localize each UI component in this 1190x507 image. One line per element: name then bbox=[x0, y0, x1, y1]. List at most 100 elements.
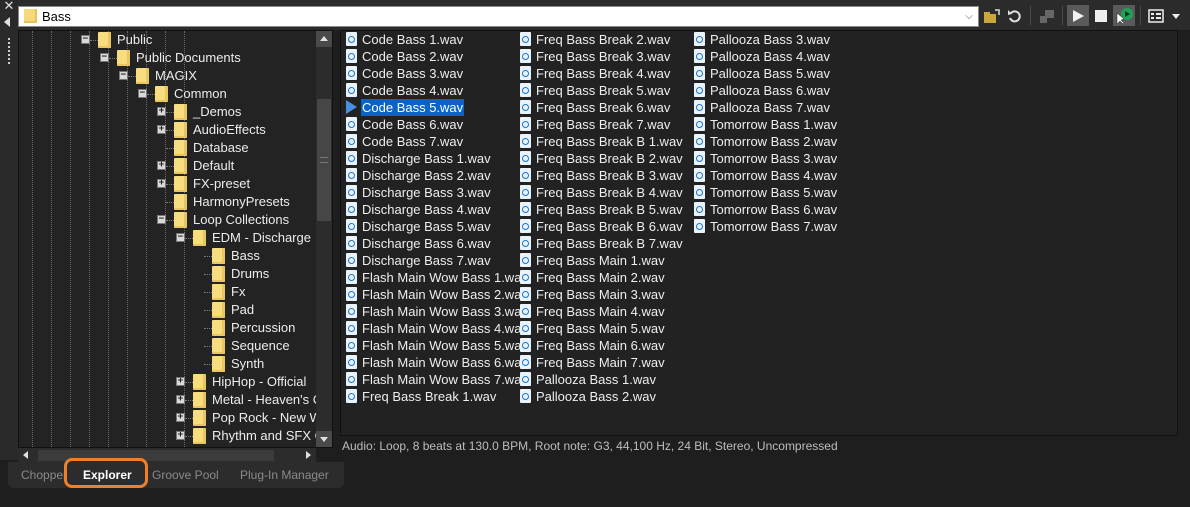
file-item[interactable]: Code Bass 7.wav bbox=[343, 133, 513, 150]
file-item[interactable]: Freq Bass Break 6.wav bbox=[517, 99, 687, 116]
file-item[interactable]: Pallooza Bass 3.wav bbox=[691, 31, 861, 48]
file-item[interactable]: Freq Bass Break 5.wav bbox=[517, 82, 687, 99]
collapse-icon[interactable]: − bbox=[176, 233, 185, 242]
collapse-icon[interactable]: − bbox=[157, 215, 166, 224]
folder-up-button[interactable] bbox=[982, 5, 1002, 26]
file-item[interactable]: Freq Bass Main 2.wav bbox=[517, 269, 687, 286]
path-combobox[interactable]: Bass ⌵ bbox=[18, 6, 979, 27]
tree-item[interactable]: + Rhythm and SFX Co bbox=[19, 427, 331, 445]
drag-grip-icon[interactable] bbox=[8, 38, 12, 64]
tree-item[interactable]: − EDM - Discharge bbox=[19, 229, 314, 247]
file-item[interactable]: Flash Main Wow Bass 7.wav bbox=[343, 371, 528, 388]
tree-item[interactable]: + FX-preset bbox=[19, 175, 314, 193]
tree-item[interactable]: + Metal - Heaven's C bbox=[19, 391, 322, 409]
chevron-down-icon[interactable]: ⌵ bbox=[960, 7, 978, 26]
expand-icon[interactable]: + bbox=[176, 395, 185, 404]
file-item[interactable]: Discharge Bass 3.wav bbox=[343, 184, 513, 201]
expand-icon[interactable]: + bbox=[157, 161, 166, 170]
tree-item[interactable]: Fx bbox=[19, 283, 314, 301]
file-item[interactable]: Tomorrow Bass 1.wav bbox=[691, 116, 861, 133]
tree-item[interactable]: − Public Documents bbox=[19, 49, 314, 67]
tree-item[interactable]: + Pop Rock - New W bbox=[19, 409, 322, 427]
file-item[interactable]: Freq Bass Break B 5.wav bbox=[517, 201, 687, 218]
file-item[interactable]: Freq Bass Break 4.wav bbox=[517, 65, 687, 82]
file-item[interactable]: Freq Bass Break B 4.wav bbox=[517, 184, 687, 201]
tree-item[interactable]: − Common bbox=[19, 85, 314, 103]
tree-item[interactable]: Bass bbox=[19, 247, 314, 265]
file-item[interactable]: Freq Bass Break B 1.wav bbox=[517, 133, 687, 150]
expand-icon[interactable]: + bbox=[176, 413, 185, 422]
tree-item[interactable]: + _Demos bbox=[19, 103, 314, 121]
chevron-left-icon[interactable] bbox=[4, 17, 10, 27]
file-item[interactable]: Discharge Bass 6.wav bbox=[343, 235, 513, 252]
file-item[interactable]: Freq Bass Break B 7.wav bbox=[517, 235, 687, 252]
file-item[interactable]: Code Bass 3.wav bbox=[343, 65, 513, 82]
tab-plug-in-manager[interactable]: Plug-In Manager bbox=[240, 464, 329, 486]
file-item[interactable]: Tomorrow Bass 5.wav bbox=[691, 184, 861, 201]
tree-item[interactable]: Percussion bbox=[19, 319, 314, 337]
scrollbar-thumb[interactable] bbox=[317, 99, 331, 221]
file-item[interactable]: Freq Bass Break B 3.wav bbox=[517, 167, 687, 184]
tree-item[interactable]: + HipHop - Official bbox=[19, 373, 314, 391]
file-item[interactable]: Tomorrow Bass 2.wav bbox=[691, 133, 861, 150]
tree-vertical-scrollbar[interactable] bbox=[316, 31, 332, 447]
file-item[interactable]: Code Bass 1.wav bbox=[343, 31, 513, 48]
file-item[interactable]: Freq Bass Break 2.wav bbox=[517, 31, 687, 48]
file-item[interactable]: Discharge Bass 7.wav bbox=[343, 252, 513, 269]
arrow-right-icon[interactable] bbox=[306, 451, 311, 459]
file-item[interactable]: Pallooza Bass 7.wav bbox=[691, 99, 861, 116]
file-item[interactable]: Tomorrow Bass 6.wav bbox=[691, 201, 861, 218]
file-item[interactable]: Pallooza Bass 4.wav bbox=[691, 48, 861, 65]
file-item[interactable]: Freq Bass Main 4.wav bbox=[517, 303, 687, 320]
file-item[interactable]: Tomorrow Bass 3.wav bbox=[691, 150, 861, 167]
tree-item[interactable]: − Loop Collections bbox=[19, 211, 314, 229]
file-item[interactable]: Discharge Bass 2.wav bbox=[343, 167, 513, 184]
tab-chopper[interactable]: Chopper bbox=[21, 464, 67, 486]
file-item[interactable]: Flash Main Wow Bass 4.wav bbox=[343, 320, 528, 337]
file-item[interactable]: Freq Bass Break B 6.wav bbox=[517, 218, 687, 235]
file-item[interactable]: Freq Bass Main 3.wav bbox=[517, 286, 687, 303]
tree-item[interactable]: + Default bbox=[19, 157, 314, 175]
tree-item[interactable]: − Public bbox=[19, 31, 314, 49]
expand-icon[interactable]: + bbox=[157, 179, 166, 188]
file-item[interactable]: Pallooza Bass 5.wav bbox=[691, 65, 861, 82]
tree-horizontal-scrollbar[interactable] bbox=[18, 448, 316, 463]
view-dropdown-button[interactable] bbox=[1166, 5, 1186, 26]
file-item[interactable]: Pallooza Bass 6.wav bbox=[691, 82, 861, 99]
auto-preview-button[interactable] bbox=[1113, 5, 1135, 26]
collapse-icon[interactable]: − bbox=[81, 35, 90, 44]
expand-icon[interactable]: + bbox=[176, 377, 185, 386]
network-button[interactable] bbox=[1037, 5, 1057, 26]
tree-item[interactable]: HarmonyPresets bbox=[19, 193, 314, 211]
expand-icon[interactable]: + bbox=[157, 107, 166, 116]
file-item[interactable]: Freq Bass Main 1.wav bbox=[517, 252, 687, 269]
collapse-icon[interactable]: − bbox=[100, 53, 109, 62]
view-button[interactable] bbox=[1146, 5, 1166, 26]
file-item[interactable]: Freq Bass Break 7.wav bbox=[517, 116, 687, 133]
file-item[interactable]: Discharge Bass 5.wav bbox=[343, 218, 513, 235]
stop-button[interactable] bbox=[1091, 5, 1111, 26]
file-item[interactable]: Code Bass 4.wav bbox=[343, 82, 513, 99]
path-input[interactable]: Bass bbox=[42, 8, 71, 26]
file-item[interactable]: Freq Bass Break B 2.wav bbox=[517, 150, 687, 167]
file-item[interactable]: Flash Main Wow Bass 1.wav bbox=[343, 269, 528, 286]
tree-item[interactable]: Pad bbox=[19, 301, 314, 319]
scroll-down-button[interactable] bbox=[316, 431, 332, 447]
tree-item[interactable]: Sequence bbox=[19, 337, 314, 355]
collapse-icon[interactable]: − bbox=[119, 71, 128, 80]
file-item[interactable]: Code Bass 5.wav bbox=[343, 99, 513, 116]
file-item[interactable]: Pallooza Bass 2.wav bbox=[517, 388, 687, 405]
file-item[interactable]: Tomorrow Bass 4.wav bbox=[691, 167, 861, 184]
file-item[interactable]: Code Bass 2.wav bbox=[343, 48, 513, 65]
folder-tree[interactable]: − Public − Public Documents − MAGIX − Common + _D… bbox=[18, 30, 333, 448]
file-item[interactable]: Freq Bass Main 6.wav bbox=[517, 337, 687, 354]
collapse-icon[interactable]: − bbox=[138, 89, 147, 98]
expand-icon[interactable]: + bbox=[157, 125, 166, 134]
file-item[interactable]: Code Bass 6.wav bbox=[343, 116, 513, 133]
file-item[interactable]: Freq Bass Main 7.wav bbox=[517, 354, 687, 371]
file-item[interactable]: Discharge Bass 1.wav bbox=[343, 150, 513, 167]
tree-item[interactable]: Synth bbox=[19, 355, 314, 373]
file-item[interactable]: Flash Main Wow Bass 3.wav bbox=[343, 303, 528, 320]
tree-item[interactable]: + AudioEffects bbox=[19, 121, 314, 139]
expand-icon[interactable]: + bbox=[176, 431, 185, 440]
